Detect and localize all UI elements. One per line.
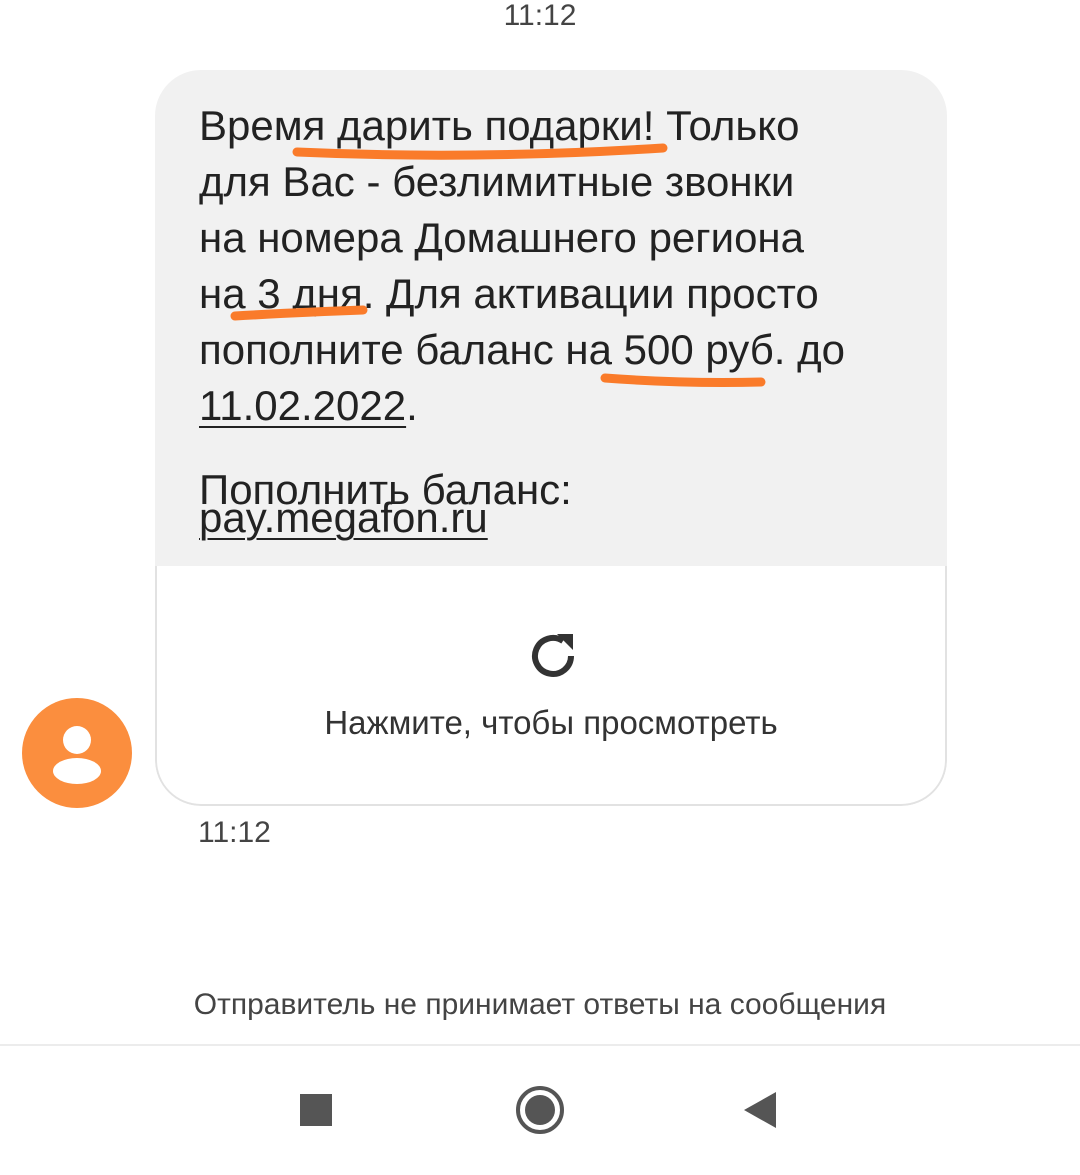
url-link[interactable]: pay.megafon.ru — [199, 490, 488, 546]
preview-card[interactable]: Нажмите, чтобы просмотреть — [155, 566, 947, 806]
triangle-back-icon — [744, 1092, 776, 1128]
square-icon — [300, 1094, 332, 1126]
sender-avatar[interactable] — [22, 698, 132, 808]
date-suffix: . — [406, 382, 418, 429]
tap-to-view-label[interactable]: Нажмите, чтобы просмотреть — [157, 704, 945, 742]
refresh-icon[interactable] — [527, 630, 579, 682]
date-link-text[interactable]: 11.02.2022 — [199, 382, 406, 429]
circle-icon — [516, 1086, 564, 1134]
date-link[interactable]: 11.02.2022. — [199, 378, 418, 434]
message-timestamp: 11:12 — [198, 816, 271, 849]
person-icon — [53, 726, 101, 784]
recent-apps-button[interactable] — [281, 1080, 351, 1140]
conversation-date-time: 11:12 — [503, 0, 577, 32]
home-button[interactable] — [505, 1080, 575, 1140]
no-reply-notice: Отправитель не принимает ответы на сообщ… — [193, 988, 887, 1021]
message-text: Время дарить подарки! Только для Вас - б… — [199, 102, 845, 373]
message-text-area: Время дарить подарки! Только для Вас - б… — [155, 70, 947, 566]
highlight-500 — [600, 373, 766, 387]
message-bubble[interactable]: Время дарить подарки! Только для Вас - б… — [155, 70, 947, 806]
back-button[interactable] — [725, 1080, 795, 1140]
divider — [0, 1044, 1080, 1046]
